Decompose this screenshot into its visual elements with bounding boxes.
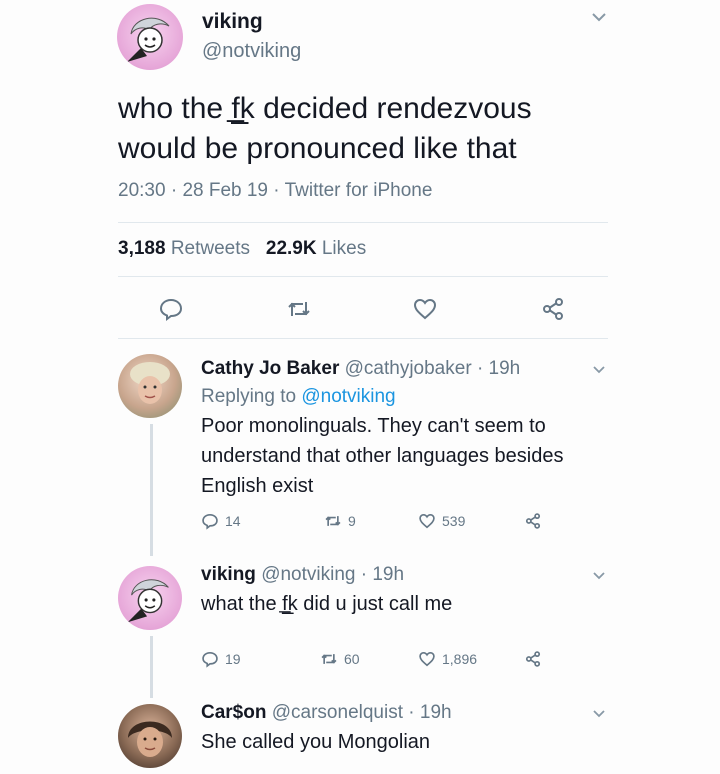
tweet-text: who the f̲̲̲k decided rendezvous would b…: [118, 92, 532, 165]
reply-time[interactable]: 19h: [372, 564, 404, 585]
retweet-action[interactable]: 60: [320, 650, 360, 668]
retweets-label: Retweets: [170, 238, 251, 259]
reply-action[interactable]: 14: [201, 512, 241, 530]
author-handle[interactable]: @notviking: [261, 564, 355, 585]
reply-icon[interactable]: [158, 296, 184, 322]
author-name[interactable]: viking: [202, 10, 263, 34]
likes-label: Likes: [321, 238, 367, 259]
replying-prefix: Replying to: [201, 386, 297, 407]
reply-time[interactable]: 19h: [489, 358, 521, 379]
tweet-time: 20:30: [118, 180, 166, 201]
like-count: 1,896: [442, 651, 478, 667]
thread-line: [150, 636, 153, 698]
reply-text: Poor monolinguals. They can't seem to un…: [201, 415, 564, 497]
chevron-down-icon[interactable]: [592, 706, 606, 718]
reply-icon: [202, 651, 218, 668]
reply-text: She called you Mongolian: [201, 731, 431, 753]
likes-count: 22.9K: [265, 238, 317, 259]
chevron-down-icon[interactable]: [590, 10, 608, 24]
avatar[interactable]: [117, 4, 183, 70]
like-count: 539: [442, 513, 466, 529]
reply-action[interactable]: 19: [201, 650, 241, 668]
author-name[interactable]: Cathy Jo Baker: [201, 358, 339, 379]
reply-time[interactable]: 19h: [420, 702, 452, 723]
like-action[interactable]: 539: [418, 512, 465, 530]
reply-header: Car$on @carsonelquist · 19h: [201, 702, 452, 724]
author-name[interactable]: Car$on: [201, 702, 266, 723]
like-action[interactable]: 1,896: [418, 650, 477, 668]
likes-stat[interactable]: 22.9K Likes: [266, 238, 366, 259]
tweet-meta: 20:30 · 28 Feb 19 · Twitter for iPhone: [118, 180, 432, 202]
meta-separator: ·: [273, 180, 280, 201]
reply-header: Cathy Jo Baker @cathyjobaker · 19h: [201, 358, 520, 380]
tweet-source[interactable]: Twitter for iPhone: [285, 180, 433, 201]
avatar[interactable]: [118, 566, 182, 630]
author-handle[interactable]: @carsonelquist: [272, 702, 403, 723]
retweet-icon: [321, 654, 337, 664]
retweet-icon: [325, 516, 341, 526]
reply-count: 14: [225, 513, 241, 529]
reply-count: 19: [225, 651, 241, 667]
retweet-icon[interactable]: [286, 296, 312, 322]
share-icon: [525, 651, 541, 667]
divider: [118, 222, 608, 223]
author-handle[interactable]: @notviking: [202, 40, 301, 63]
retweets-count: 3,188: [118, 238, 166, 259]
like-icon: [419, 513, 435, 529]
retweet-count: 9: [348, 513, 356, 529]
retweet-count: 60: [344, 651, 360, 667]
avatar[interactable]: [118, 704, 182, 768]
tweet-stats: 3,188 Retweets 22.9K Likes: [118, 238, 366, 260]
avatar[interactable]: [118, 354, 182, 418]
chevron-down-icon[interactable]: [592, 568, 606, 580]
retweet-action[interactable]: 9: [324, 512, 356, 530]
replying-to-link[interactable]: @notviking: [301, 386, 395, 407]
replying-to: Replying to @notviking: [201, 386, 396, 408]
like-icon[interactable]: [412, 296, 438, 322]
meta-separator: ·: [476, 358, 484, 379]
share-action[interactable]: [524, 512, 542, 530]
divider: [118, 276, 608, 277]
divider: [118, 338, 608, 339]
reply-text: what the f̲̲̲k did u just call me: [201, 593, 453, 615]
share-icon[interactable]: [540, 296, 566, 322]
meta-separator: ·: [170, 180, 178, 201]
like-icon: [419, 651, 435, 667]
chevron-down-icon[interactable]: [592, 362, 606, 374]
author-handle[interactable]: @cathyjobaker: [345, 358, 472, 379]
retweets-stat[interactable]: 3,188 Retweets: [118, 238, 255, 259]
author-name[interactable]: viking: [201, 564, 256, 585]
reply-icon: [202, 513, 218, 530]
thread-line: [150, 424, 153, 556]
meta-separator: ·: [360, 564, 368, 585]
share-icon: [525, 513, 541, 529]
meta-separator: ·: [408, 702, 415, 723]
share-action[interactable]: [524, 650, 542, 668]
reply-header: viking @notviking · 19h: [201, 564, 404, 586]
tweet-date[interactable]: 28 Feb 19: [182, 180, 268, 201]
